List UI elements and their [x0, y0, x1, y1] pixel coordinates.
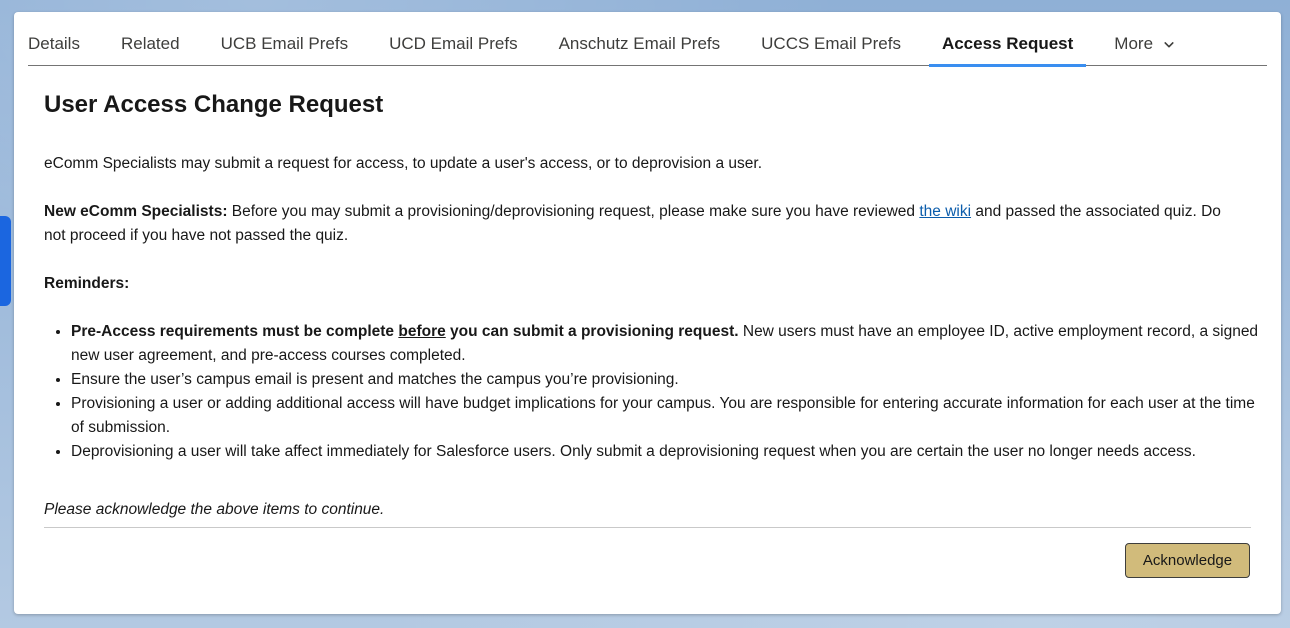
list-item: Ensure the user’s campus email is presen… [71, 368, 1261, 392]
list-item: Provisioning a user or adding additional… [71, 392, 1261, 440]
divider [44, 527, 1251, 528]
access-request-content: User Access Change Request eComm Special… [44, 90, 1258, 518]
tab-label: Details [28, 34, 80, 53]
wiki-link[interactable]: the wiki [919, 203, 971, 220]
tab-bar: Details Related UCB Email Prefs UCD Emai… [28, 32, 1267, 67]
chevron-down-icon [1164, 41, 1174, 48]
tab-label: UCD Email Prefs [389, 34, 518, 53]
reminders-list: Pre-Access requirements must be complete… [44, 320, 1261, 464]
new-specialists-text-a: Before you may submit a provisioning/dep… [227, 203, 920, 220]
record-card: Details Related UCB Email Prefs UCD Emai… [14, 12, 1281, 614]
list-item: Pre-Access requirements must be complete… [71, 320, 1261, 368]
reminders-heading: Reminders: [44, 275, 130, 292]
tab-more[interactable]: More [1114, 32, 1174, 65]
tab-label: More [1114, 34, 1154, 53]
tab-label: Related [120, 34, 180, 53]
page-title: User Access Change Request [44, 91, 384, 118]
tab-access-request[interactable]: Access Request [928, 32, 1087, 67]
tab-related[interactable]: Related [121, 32, 180, 65]
tab-anschutz-email-prefs[interactable]: Anschutz Email Prefs [559, 32, 721, 65]
tab-details[interactable]: Details [28, 32, 80, 65]
tab-label: Anschutz Email Prefs [558, 34, 721, 53]
list-item: Deprovisioning a user will take affect i… [71, 440, 1261, 464]
acknowledge-prompt: Please acknowledge the above items to co… [44, 501, 385, 518]
utility-side-tab[interactable] [0, 216, 11, 306]
before-underline: before [398, 323, 446, 340]
new-specialists-label: New eComm Specialists: [44, 203, 228, 220]
tab-label: UCCS Email Prefs [761, 34, 901, 53]
tab-ucb-email-prefs[interactable]: UCB Email Prefs [221, 32, 349, 65]
acknowledge-button[interactable]: Acknowledge [1125, 543, 1250, 578]
tab-uccs-email-prefs[interactable]: UCCS Email Prefs [761, 32, 901, 65]
tab-ucd-email-prefs[interactable]: UCD Email Prefs [389, 32, 517, 65]
tab-label: UCB Email Prefs [220, 34, 349, 53]
tab-label: Access Request [941, 34, 1074, 53]
new-specialists-paragraph: New eComm Specialists: Before you may su… [44, 200, 1244, 248]
pre-access-bold-a: Pre-Access requirements must be complete [71, 323, 399, 340]
pre-access-bold-b: you can submit a provisioning request. [445, 323, 739, 340]
intro-text: eComm Specialists may submit a request f… [44, 155, 763, 172]
